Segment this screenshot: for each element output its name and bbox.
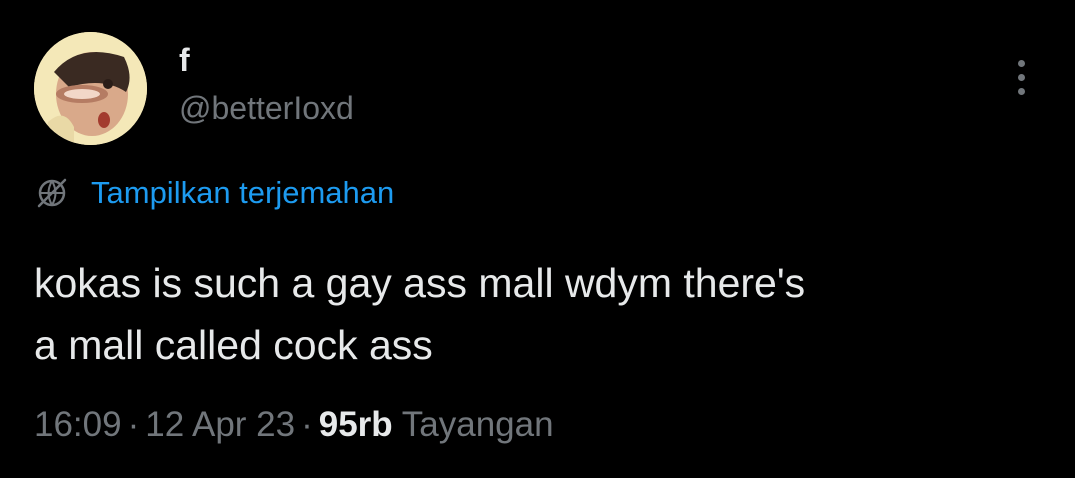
tweet-time[interactable]: 16:09 xyxy=(34,405,122,444)
avatar-image xyxy=(34,32,147,145)
more-options-button[interactable] xyxy=(1002,56,1042,100)
more-horizontal-icon xyxy=(1018,74,1025,81)
avatar[interactable] xyxy=(34,32,147,145)
author-handle[interactable]: @betterIoxd xyxy=(179,90,354,127)
more-horizontal-icon xyxy=(1018,88,1025,95)
translate-label: Tampilkan terjemahan xyxy=(91,175,395,210)
views-count[interactable]: 95rb xyxy=(319,405,393,444)
tweet-card: f @betterIoxd Tampilkan terjemahan kokas… xyxy=(0,0,1075,478)
more-horizontal-icon xyxy=(1018,60,1025,67)
author-display-name[interactable]: f xyxy=(179,42,190,79)
translate-button[interactable]: Tampilkan terjemahan xyxy=(35,172,394,214)
tweet-text: kokas is such a gay ass mall wdym there'… xyxy=(34,260,806,368)
separator: · xyxy=(127,405,140,444)
tweet-date[interactable]: 12 Apr 23 xyxy=(145,405,295,444)
globe-icon xyxy=(37,178,67,208)
views-label[interactable]: Tayangan xyxy=(402,405,554,444)
separator: · xyxy=(301,405,313,444)
tweet-metadata: 16:09 · 12 Apr 23 · 95rb Tayangan xyxy=(34,405,554,445)
